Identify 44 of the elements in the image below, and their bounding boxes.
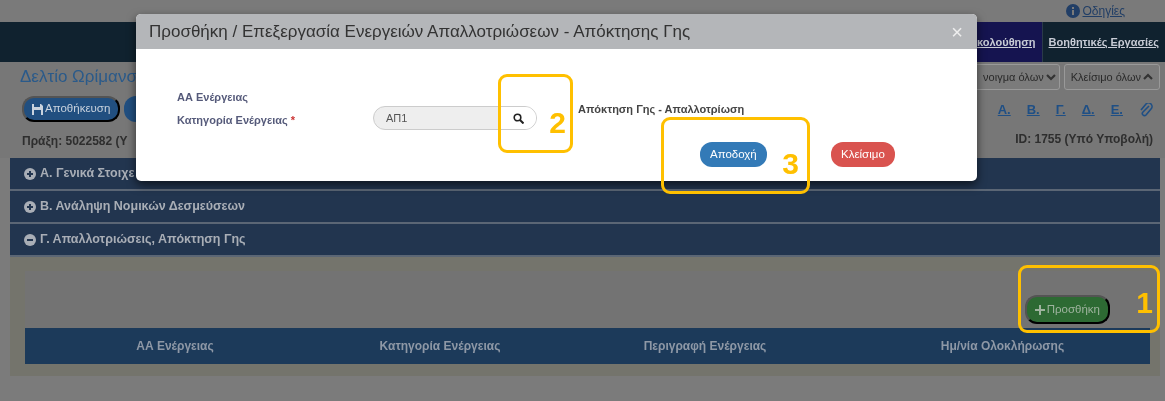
column-header: Κατηγορία Ενέργειας bbox=[378, 338, 502, 355]
input-field[interactable]: ΑΠ1 bbox=[374, 107, 499, 129]
record-info: ID: 1755 (Υπό Υποβολή) bbox=[1015, 130, 1153, 148]
search-button[interactable] bbox=[499, 107, 536, 129]
search-field[interactable]: ΑΠ1 bbox=[373, 106, 537, 130]
floppy-icon bbox=[32, 103, 43, 115]
section-title: Β. Ανάληψη Νομικών Δεσμεύσεων bbox=[40, 198, 245, 216]
paperclip-icon bbox=[1139, 102, 1153, 117]
section-header[interactable]: Γ. Απαλλοτριώσεις, Απόκτηση Γης bbox=[10, 224, 1160, 257]
add-button[interactable]: Προσθήκη bbox=[1024, 294, 1110, 325]
callout-number: 3 bbox=[782, 149, 799, 179]
section-title: Α. Γενικά Στοιχε bbox=[40, 165, 135, 183]
section-header[interactable]: Β. Ανάληψη Νομικών Δεσμεύσεων bbox=[10, 191, 1160, 224]
page-title: Δελτίο Ωρίμανσ bbox=[20, 66, 137, 89]
section-link[interactable]: Ε. bbox=[1110, 100, 1123, 120]
callout-number: 1 bbox=[1136, 288, 1153, 318]
close-button[interactable]: Κλείσιμο bbox=[831, 142, 895, 167]
chevron-icon bbox=[1045, 73, 1056, 81]
accept-button[interactable]: Αποδοχή bbox=[700, 142, 767, 167]
column-header: Περιγραφή Ενέργειας bbox=[642, 338, 768, 355]
plus-icon bbox=[1034, 304, 1045, 315]
section-link[interactable]: Α. bbox=[997, 100, 1011, 120]
field-description: Απόκτηση Γης - Απαλλοτρίωση bbox=[578, 102, 745, 117]
section-link[interactable]: Δ. bbox=[1081, 100, 1095, 120]
section-link[interactable]: Γ. bbox=[1055, 100, 1066, 120]
column-header: ΑΑ Ενέργειας bbox=[135, 338, 215, 355]
callout-number: 2 bbox=[549, 108, 566, 138]
required-mark: * bbox=[290, 114, 296, 126]
chevron-icon bbox=[1143, 73, 1153, 81]
help-link[interactable]: Οδηγίες bbox=[1065, 2, 1125, 20]
section-link[interactable]: Β. bbox=[1026, 100, 1040, 120]
field-label: ΑΑ Ενέργειας bbox=[177, 90, 249, 105]
section-title: Γ. Απαλλοτριώσεις, Απόκτηση Γης bbox=[40, 231, 246, 249]
search-icon bbox=[512, 112, 524, 124]
modal-title: Προσθήκη / Επεξεργασία Ενεργειών Απαλλοτριώσεων - Απόκτησης Γης bbox=[149, 20, 691, 43]
column-header: Ημ/νία Ολοκλήρωσης bbox=[939, 338, 1066, 355]
toggle-button[interactable]: Κλείσιμο όλων bbox=[1063, 63, 1160, 91]
save-button[interactable]: Αποθήκευση bbox=[22, 96, 121, 122]
plus-circle-icon bbox=[24, 200, 36, 213]
minus-circle-icon bbox=[24, 233, 36, 246]
field-label: Κατηγορία Ενέργειας * bbox=[177, 113, 296, 128]
project-info: Πράξη: 5022582 (Υ bbox=[22, 133, 129, 150]
info-icon bbox=[1065, 4, 1080, 18]
plus-circle-icon bbox=[24, 167, 36, 180]
